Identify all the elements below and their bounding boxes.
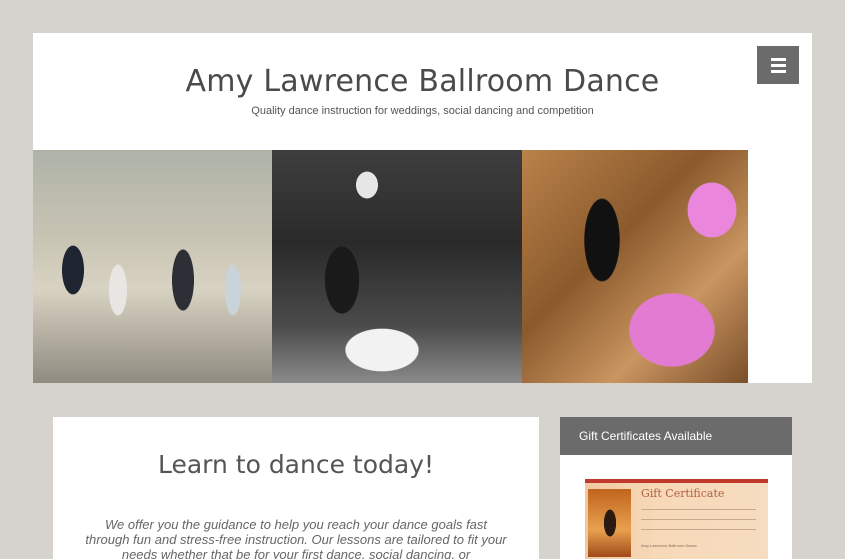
- widget-title: Gift Certificates Available: [560, 417, 792, 455]
- certificate-footer: Amy Lawrence Ballroom Dance: [641, 543, 698, 548]
- certificate-line: [641, 529, 756, 530]
- hamburger-menu-icon: [770, 57, 786, 61]
- certificate-title: Gift Certificate: [641, 487, 725, 500]
- gift-certificate-image[interactable]: Gift Certificate Amy Lawrence Ballroom D…: [585, 479, 768, 559]
- main-content: Learn to dance today! We offer you the g…: [53, 417, 539, 559]
- site-header: Amy Lawrence Ballroom Dance Quality danc…: [33, 33, 812, 383]
- site-title[interactable]: Amy Lawrence Ballroom Dance: [33, 64, 812, 99]
- site-tagline: Quality dance instruction for weddings, …: [251, 105, 594, 117]
- certificate-photo: [588, 489, 631, 557]
- certificate-line: [641, 519, 756, 520]
- banner-photo-wedding-dance: [272, 150, 522, 383]
- certificate-line: [641, 509, 756, 510]
- main-heading: Learn to dance today!: [157, 450, 435, 479]
- intro-paragraph: We offer you the guidance to help you re…: [85, 517, 507, 559]
- banner-photo-group-class: [33, 150, 272, 383]
- header-banner: [33, 150, 748, 383]
- banner-photo-competition: [522, 150, 748, 383]
- sidebar-widget: Gift Certificates Available Gift Certifi…: [560, 417, 792, 559]
